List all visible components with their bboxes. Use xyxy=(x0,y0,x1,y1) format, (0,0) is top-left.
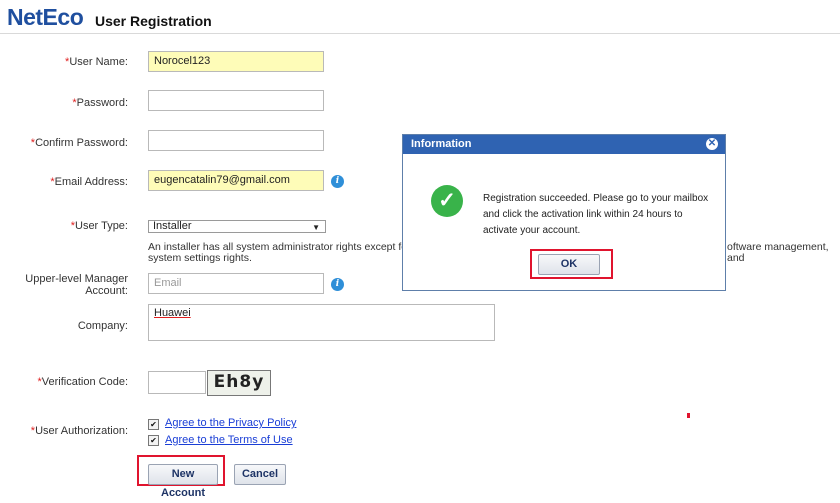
user-type-select[interactable]: Installer ▼ xyxy=(148,220,326,233)
cancel-button[interactable]: Cancel xyxy=(234,464,286,485)
dialog-title: Information xyxy=(403,135,725,154)
neteco-logo: NetEco xyxy=(7,4,84,30)
manager-email-input[interactable]: Email xyxy=(148,273,324,294)
manager-info-icon[interactable]: i xyxy=(331,278,344,291)
manager-label: Upper-level Manager Account: xyxy=(25,273,128,297)
user-type-description-line2: system settings rights. xyxy=(148,252,252,264)
password-label: *Password: xyxy=(72,97,128,109)
dialog-message-line2: and click the activation link within 24 … xyxy=(483,209,683,220)
privacy-policy-link[interactable]: Agree to the Privacy Policy xyxy=(165,417,296,429)
close-icon[interactable]: ✕ xyxy=(706,138,718,150)
terms-of-use-link[interactable]: Agree to the Terms of Use xyxy=(165,434,293,446)
dialog-message-line3: activate your account. xyxy=(483,225,581,236)
verification-label: *Verification Code: xyxy=(37,376,129,388)
user-type-label: *User Type: xyxy=(70,220,128,232)
company-label: Company: xyxy=(77,320,128,332)
user-type-description-tail: oftware management, and xyxy=(727,241,829,264)
authorization-label: *User Authorization: xyxy=(30,425,128,437)
privacy-checkbox[interactable]: ✔ xyxy=(148,419,159,430)
check-circle-icon: ✓ xyxy=(431,185,463,217)
email-input[interactable]: eugencatalin79@gmail.com xyxy=(148,170,324,191)
confirm-password-label: *Confirm Password: xyxy=(30,137,128,149)
chevron-down-icon: ▼ xyxy=(312,223,320,232)
confirm-password-input[interactable] xyxy=(148,130,324,151)
company-textarea[interactable]: Huawei xyxy=(148,304,495,341)
dialog-message-line1: Registration succeeded. Please go to you… xyxy=(483,193,709,204)
user-type-value: Installer xyxy=(153,220,192,232)
email-label: *Email Address: xyxy=(50,176,128,188)
page-title: User Registration xyxy=(95,13,212,29)
username-input[interactable]: Norocel123 xyxy=(148,51,324,72)
username-label: *User Name: xyxy=(65,56,128,68)
verification-input[interactable] xyxy=(148,371,206,394)
password-input[interactable] xyxy=(148,90,324,111)
new-account-button[interactable]: New Account xyxy=(148,464,218,499)
captcha-image[interactable]: Eh8y xyxy=(207,370,271,396)
email-info-icon[interactable]: i xyxy=(331,175,344,188)
ok-button[interactable]: OK xyxy=(538,254,600,275)
company-value: Huawei xyxy=(154,307,191,319)
red-mark xyxy=(687,413,690,418)
information-dialog: Information ✕ ✓ Registration succeeded. … xyxy=(402,134,726,291)
header-divider xyxy=(0,33,840,34)
terms-checkbox[interactable]: ✔ xyxy=(148,435,159,446)
